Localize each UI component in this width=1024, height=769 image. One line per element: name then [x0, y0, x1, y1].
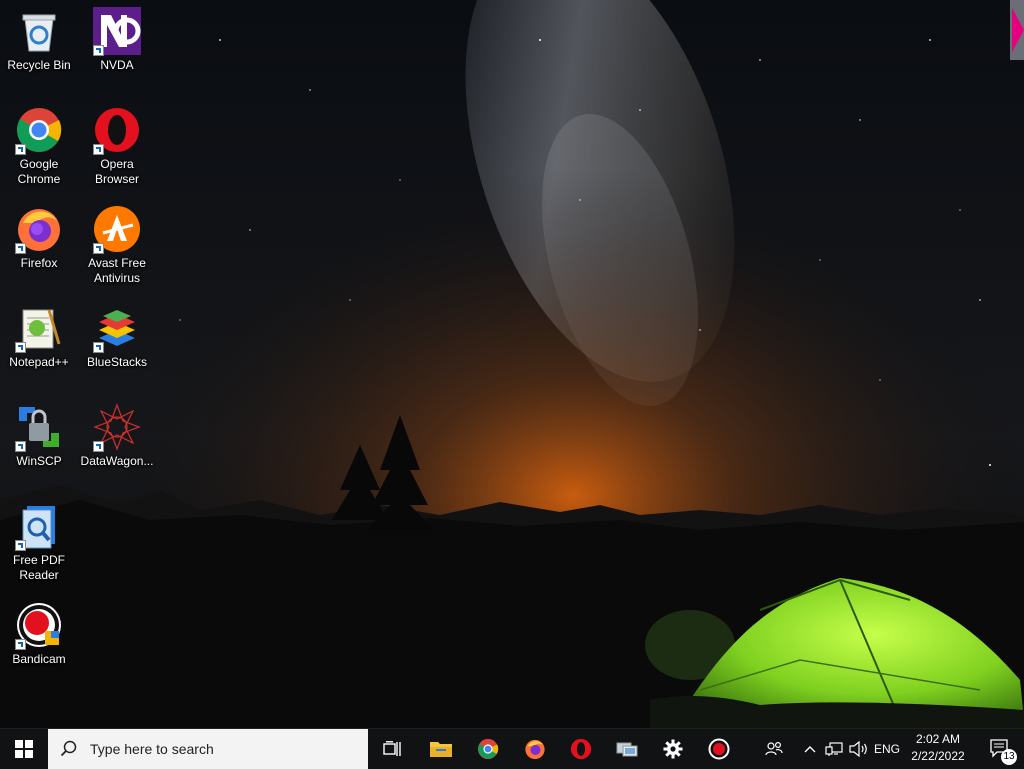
- desktop-icon-label: Bandicam: [12, 652, 66, 666]
- taskbar-opera[interactable]: [561, 729, 601, 769]
- desktop-icon-label: Notepad++: [9, 355, 69, 369]
- action-center-button[interactable]: 13: [980, 729, 1020, 769]
- desktop-icon-label: WinSCP: [16, 454, 62, 468]
- search-icon: [60, 740, 77, 757]
- opera-icon: [570, 738, 592, 760]
- chrome-icon: [15, 106, 63, 155]
- taskbar-firefox[interactable]: [515, 729, 555, 769]
- desktop-icon-label: Firefox: [20, 256, 58, 270]
- taskbar-settings[interactable]: [653, 729, 693, 769]
- taskbar-search-box[interactable]: Type here to search: [48, 729, 368, 769]
- file-explorer-icon: [430, 742, 452, 757]
- recycle-bin-icon: [15, 7, 63, 55]
- notification-count-badge: 13: [1001, 749, 1017, 765]
- desktop-icon-firefox[interactable]: Firefox: [1, 205, 77, 271]
- clock-date: 2/22/2022: [911, 749, 965, 763]
- shortcut-arrow-icon: [15, 144, 26, 155]
- datawagon-icon: [93, 403, 141, 452]
- desktop-icon-recycle-bin[interactable]: Recycle Bin: [1, 7, 77, 73]
- winscp-icon: [15, 403, 63, 452]
- shortcut-arrow-icon: [93, 144, 104, 155]
- shortcut-arrow-icon: [15, 639, 26, 650]
- taskbar-clock[interactable]: 2:02 AM 2/22/2022: [902, 731, 974, 765]
- firefox-icon: [15, 205, 63, 254]
- shortcut-arrow-icon: [93, 342, 104, 353]
- desktop-icon-winscp[interactable]: WinSCP: [1, 403, 77, 469]
- desktop-icon-nvda[interactable]: NVDA: [79, 7, 155, 73]
- shortcut-arrow-icon: [15, 243, 26, 254]
- desktop-icon-datawagon[interactable]: DataWagon...: [79, 403, 155, 469]
- task-view-icon: [383, 741, 401, 756]
- clock-time: 2:02 AM: [915, 732, 961, 746]
- shortcut-arrow-icon: [15, 342, 26, 353]
- desktop-icon-google-chrome[interactable]: Google Chrome: [1, 106, 77, 187]
- tray-show-hidden-icons[interactable]: [800, 729, 820, 769]
- shortcut-arrow-icon: [93, 243, 104, 254]
- taskbar-record[interactable]: [699, 729, 739, 769]
- desktop-icon-avast-free-antivirus[interactable]: Avast Free Antivirus: [79, 205, 155, 286]
- shortcut-arrow-icon: [93, 45, 104, 56]
- tray-network-button[interactable]: [822, 729, 846, 769]
- opera-icon: [93, 106, 141, 155]
- tray-language-button[interactable]: ENG: [872, 729, 902, 769]
- desktop-icon-label: BlueStacks: [86, 355, 148, 369]
- avast-icon: [93, 205, 141, 254]
- bandicam-icon: [15, 601, 63, 650]
- shortcut-arrow-icon: [15, 441, 26, 452]
- tray-people-button[interactable]: [760, 729, 788, 769]
- settings-gear-icon: [663, 739, 683, 759]
- desktop-icon-bandicam[interactable]: Bandicam: [1, 601, 77, 667]
- chrome-icon: [477, 738, 499, 760]
- bluestacks-icon: [93, 304, 141, 353]
- shortcut-arrow-icon: [15, 540, 26, 551]
- search-placeholder: Type here to search: [90, 741, 214, 757]
- windows-logo-icon: [15, 740, 33, 758]
- desktop-icon-bluestacks[interactable]: BlueStacks: [79, 304, 155, 370]
- network-icon: [825, 742, 843, 756]
- desktop-icon-label: Free PDF Reader: [12, 553, 65, 582]
- network-app-icon: [616, 742, 638, 757]
- language-indicator: ENG: [873, 742, 900, 756]
- desktop-icon-label: Recycle Bin: [7, 58, 71, 72]
- taskbar-file-explorer[interactable]: [421, 729, 461, 769]
- taskbar-network-app[interactable]: [607, 729, 647, 769]
- pdf-reader-icon: [15, 502, 63, 551]
- tray-volume-button[interactable]: [847, 729, 871, 769]
- nvda-icon: [93, 7, 141, 56]
- desktop-icon-opera-browser[interactable]: Opera Browser: [79, 106, 155, 187]
- desktop-icon-label: DataWagon...: [80, 454, 154, 468]
- desktop-icon-label: NVDA: [100, 58, 134, 72]
- record-icon: [708, 738, 730, 760]
- desktop-icon-label: Avast Free Antivirus: [88, 256, 146, 285]
- notepad-plus-plus-icon: [15, 304, 63, 353]
- desktop-icon-notepad-plus-plus[interactable]: Notepad++: [1, 304, 77, 370]
- start-button[interactable]: [0, 729, 48, 769]
- desktop-icon-free-pdf-reader[interactable]: Free PDF Reader: [1, 502, 77, 583]
- desktop-icon-label: Opera Browser: [94, 157, 139, 186]
- taskbar: Type here to search ENG 2:02 AM 2/22/202…: [0, 728, 1024, 769]
- speaker-icon: [849, 741, 867, 757]
- people-icon: [765, 741, 783, 756]
- edge-panel-tab[interactable]: [1010, 0, 1024, 60]
- desktop-icon-label: Google Chrome: [17, 157, 61, 186]
- chevron-up-icon: [804, 746, 816, 753]
- taskbar-chrome[interactable]: [468, 729, 508, 769]
- firefox-icon: [525, 739, 545, 760]
- shortcut-arrow-icon: [93, 441, 104, 452]
- task-view-button[interactable]: [372, 729, 412, 769]
